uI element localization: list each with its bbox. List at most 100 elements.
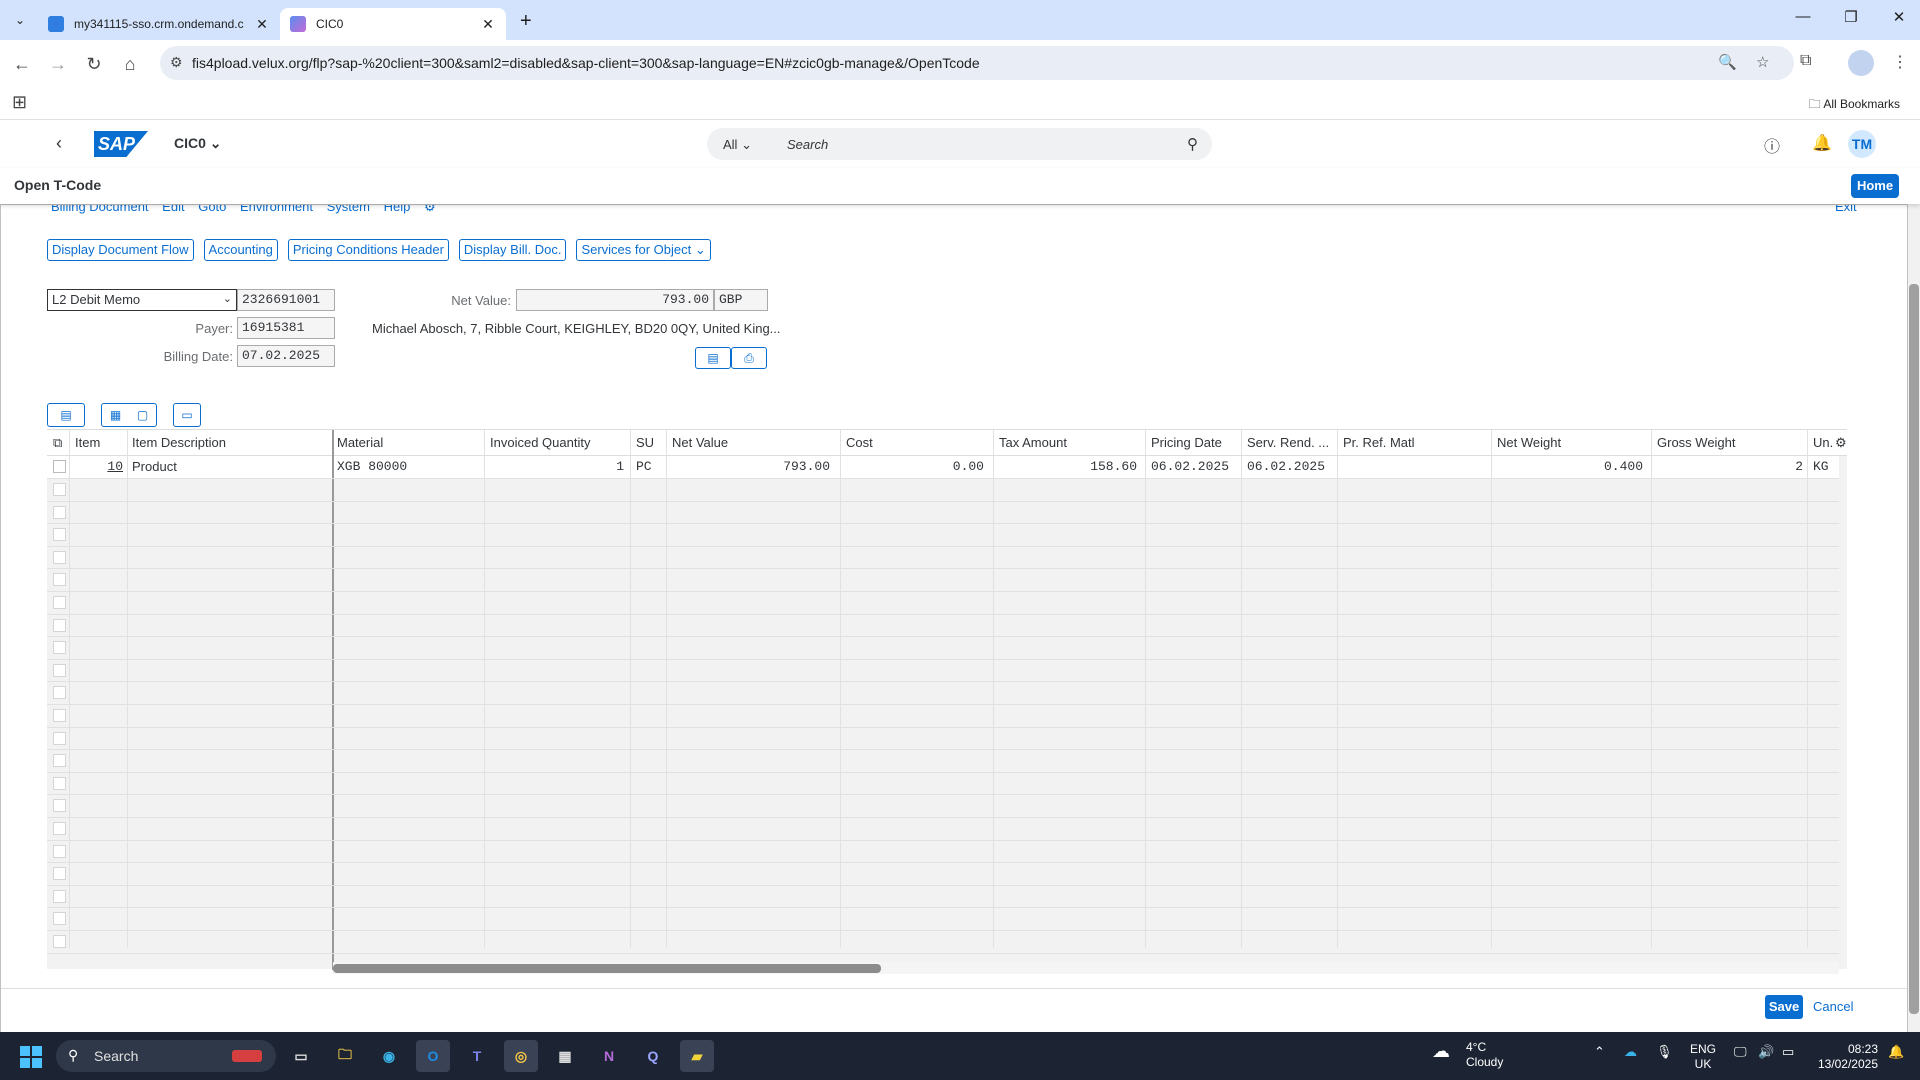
currency-field[interactable]: GBP (714, 289, 768, 311)
billing-document-number-field[interactable]: 2326691001 (237, 289, 335, 311)
notification-bell-icon[interactable]: 🔔 (1888, 1044, 1904, 1060)
deselect-all-icon[interactable]: ▢ (129, 404, 156, 426)
row-select-checkbox[interactable] (53, 483, 66, 496)
row-select-checkbox[interactable] (53, 528, 66, 542)
input-language[interactable]: ENG UK (1690, 1042, 1716, 1072)
row-select-checkbox[interactable] (53, 912, 66, 926)
user-avatar[interactable]: TM (1848, 130, 1876, 158)
reload-icon[interactable]: ↻ (82, 52, 106, 76)
search-scope-select[interactable]: All ⌄ (723, 137, 752, 153)
horizontal-scrollbar-thumb[interactable] (333, 964, 881, 973)
onenote-icon[interactable]: N (592, 1040, 626, 1072)
extensions-icon[interactable]: ⧉ (1800, 52, 1811, 70)
network-icon[interactable]: 🖵 (1734, 1044, 1747, 1060)
column-settings-icon[interactable]: ⚙ (1831, 432, 1849, 454)
taskbar-search[interactable]: ⚲ Search (56, 1040, 276, 1072)
browser-menu-icon[interactable]: ⋮ (1892, 52, 1908, 72)
page-vertical-scrollbar[interactable] (1908, 204, 1920, 1034)
vertical-scrollbar-thumb[interactable] (1909, 284, 1919, 1014)
show-hidden-icons-icon[interactable]: ⌃ (1594, 1044, 1605, 1060)
all-bookmarks-link[interactable]: 🗀 All Bookmarks (1809, 95, 1900, 116)
row-select-checkbox[interactable] (53, 822, 66, 835)
task-view-icon[interactable]: ▭ (284, 1040, 318, 1072)
sticky-notes-icon[interactable]: ▰ (680, 1040, 714, 1072)
menu-billing-document[interactable]: Billing Document (51, 205, 149, 214)
close-window-icon[interactable]: ✕ (1884, 8, 1914, 26)
select-all-icon[interactable]: ▦ (102, 404, 129, 426)
menu-environment[interactable]: Environment (240, 205, 313, 214)
column-header-su[interactable]: SU (632, 432, 658, 454)
forward-icon[interactable]: → (46, 52, 70, 76)
accounting-button[interactable]: Accounting (203, 239, 278, 261)
close-tab-icon[interactable]: ✕ (254, 16, 270, 33)
cell-item[interactable]: 10 (71, 456, 127, 478)
minimize-icon[interactable]: — (1788, 8, 1818, 25)
grid-layout-button[interactable]: ▭ (173, 403, 201, 427)
row-select-checkbox[interactable] (53, 709, 66, 722)
settings-icon[interactable]: ⚙ (424, 205, 436, 214)
home-icon[interactable]: ⌂ (118, 52, 142, 76)
calculator-app-icon[interactable]: ▦ (548, 1040, 582, 1072)
pricing-conditions-header-button[interactable]: Pricing Conditions Header (287, 239, 449, 261)
row-select-checkbox[interactable] (53, 867, 66, 881)
column-header-serv-rend[interactable]: Serv. Rend. ... (1243, 432, 1333, 454)
row-select-checkbox[interactable] (53, 776, 66, 790)
browser-tab-crm[interactable]: my341115-sso.crm.ondemand.c ✕ (38, 8, 280, 40)
shell-search[interactable]: All ⌄ Search ⚲ (707, 128, 1212, 160)
row-select-checkbox[interactable] (53, 550, 66, 564)
row-select-checkbox[interactable] (53, 618, 66, 632)
column-header-gross-weight[interactable]: Gross Weight (1653, 432, 1740, 454)
row-select-checkbox[interactable] (53, 889, 66, 903)
services-for-object-button[interactable]: Services for Object ⌄ (576, 239, 711, 261)
site-info-icon[interactable]: ⚙ (170, 54, 183, 71)
billing-date-field[interactable]: 07.02.2025 (237, 345, 335, 367)
row-select-checkbox[interactable] (53, 754, 66, 768)
search-icon[interactable]: ⚲ (1187, 135, 1198, 153)
bookmark-star-icon[interactable]: ☆ (1756, 53, 1769, 71)
horizontal-scrollbar[interactable] (333, 962, 1839, 974)
display-bill-doc-button[interactable]: Display Bill. Doc. (458, 239, 567, 261)
teams-icon[interactable]: T (460, 1040, 494, 1072)
windows-start-icon[interactable] (20, 1046, 42, 1068)
display-document-flow-button[interactable]: Display Document Flow (47, 239, 194, 261)
row-select-checkbox[interactable] (53, 641, 66, 655)
row-select-checkbox[interactable] (53, 460, 66, 473)
row-select-checkbox[interactable] (53, 686, 66, 700)
new-tab-icon[interactable]: + (520, 10, 532, 33)
zoom-icon[interactable]: 🔍 (1718, 53, 1737, 71)
column-header-pr-ref-matl[interactable]: Pr. Ref. Matl (1339, 432, 1419, 454)
document-details-icon[interactable]: ▤ (695, 347, 731, 369)
menu-help[interactable]: Help (384, 205, 411, 214)
sap-logo[interactable]: SAP (94, 131, 148, 157)
sap-logon-icon[interactable]: Q (636, 1040, 670, 1072)
battery-icon[interactable]: ▭ (1782, 1044, 1794, 1060)
row-select-checkbox[interactable] (53, 799, 66, 813)
row-select-checkbox[interactable] (53, 663, 66, 677)
column-header-invoiced-quantity[interactable]: Invoiced Quantity (486, 432, 594, 454)
row-select-checkbox[interactable] (53, 573, 66, 587)
file-explorer-icon[interactable]: 🗀 (328, 1040, 362, 1072)
column-header-item[interactable]: Item (71, 432, 104, 454)
column-header-cost[interactable]: Cost (842, 432, 877, 454)
volume-icon[interactable]: 🔊 (1758, 1044, 1774, 1060)
microphone-icon[interactable]: 🎙 (1656, 1044, 1673, 1060)
column-header-net-weight[interactable]: Net Weight (1493, 432, 1565, 454)
table-row[interactable]: 10 Product XGB 80000 1 PC 793.00 0.00 15… (47, 456, 1839, 478)
close-tab-icon[interactable]: ✕ (480, 16, 496, 33)
restore-icon[interactable]: ❐ (1836, 8, 1866, 26)
menu-system[interactable]: System (327, 205, 370, 214)
notifications-bell-icon[interactable]: 🔔 (1812, 133, 1832, 153)
weather-widget[interactable]: ☁ 4°C Cloudy (1432, 1040, 1503, 1070)
row-select-checkbox[interactable] (53, 935, 66, 948)
net-value-field[interactable]: 793.00 (516, 289, 714, 311)
row-select-checkbox[interactable] (53, 731, 66, 745)
cancel-button[interactable]: Cancel (1813, 999, 1853, 1014)
row-select-checkbox[interactable] (53, 844, 66, 858)
column-header-net-value[interactable]: Net Value (668, 432, 732, 454)
home-button[interactable]: Home (1851, 174, 1899, 198)
edge-browser-icon[interactable]: ◉ (372, 1040, 406, 1072)
column-header-material[interactable]: Material (333, 432, 387, 454)
payer-field[interactable]: 16915381 (237, 317, 335, 339)
shell-back-icon[interactable]: ‹ (56, 133, 62, 154)
menu-goto[interactable]: Goto (198, 205, 226, 214)
